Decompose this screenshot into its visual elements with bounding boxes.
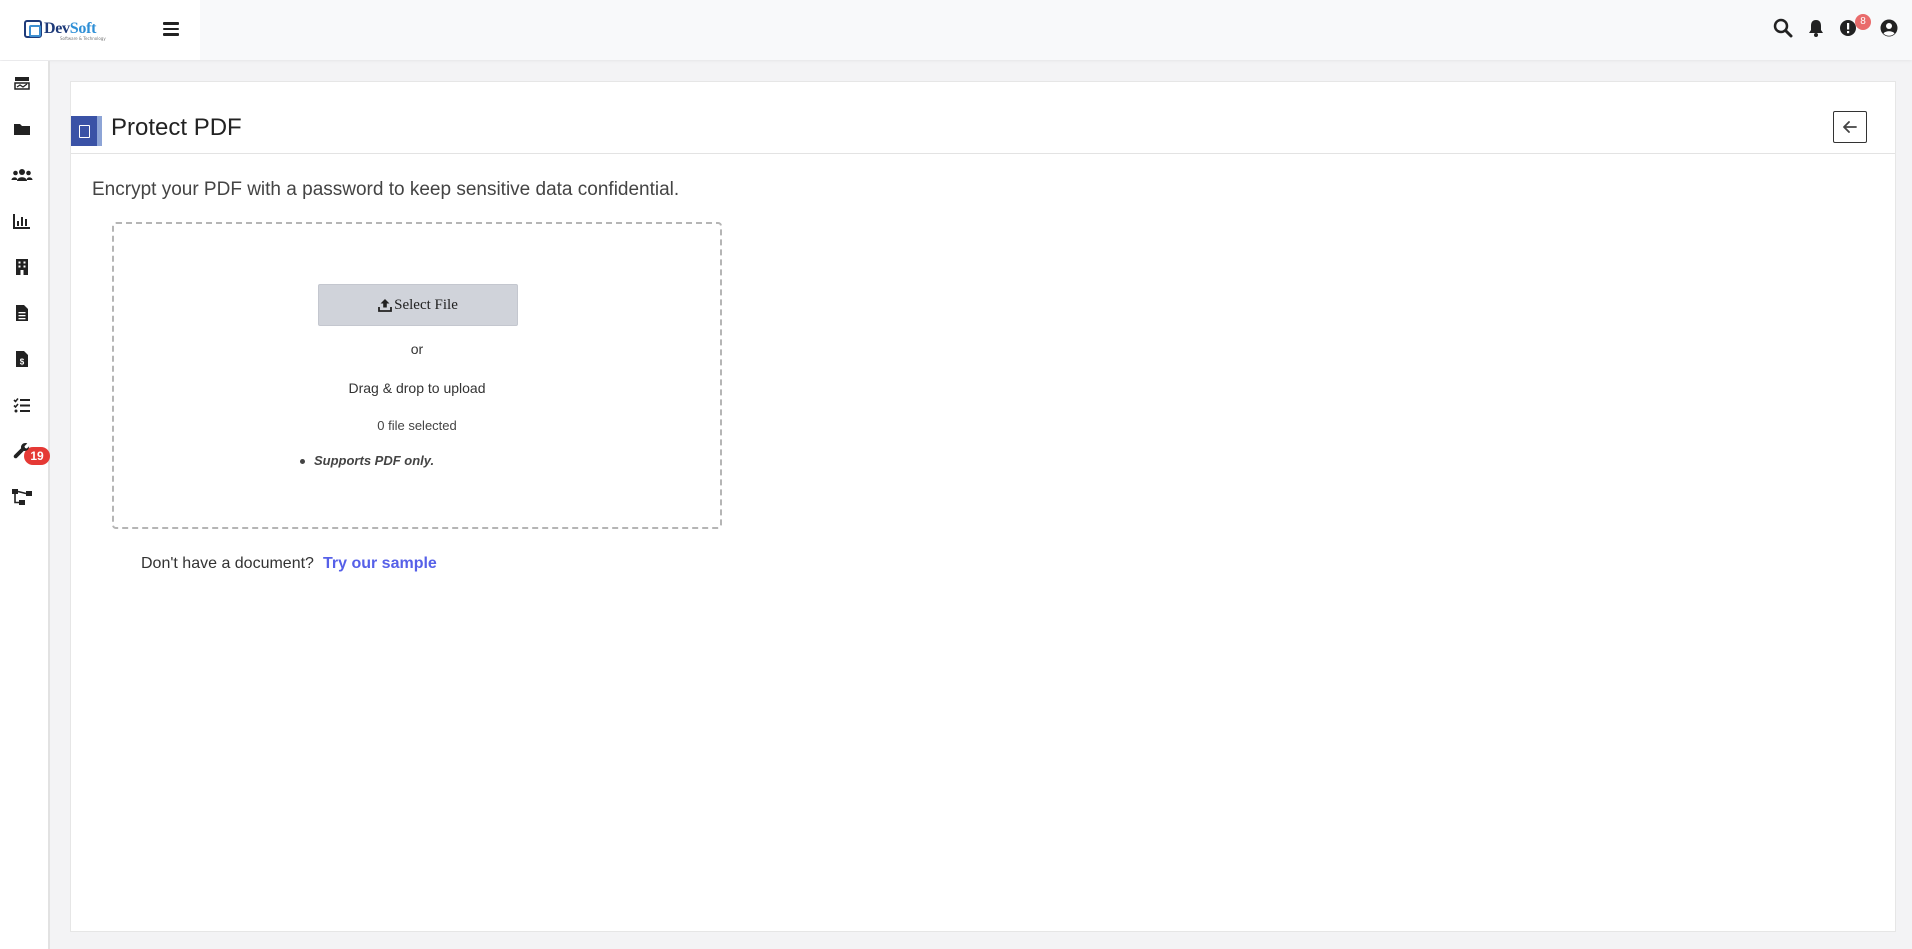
select-file-label: Select File	[394, 296, 458, 313]
sidebar-item-invoices[interactable]: $	[10, 347, 34, 371]
svg-text:$: $	[20, 358, 25, 367]
sidebar-item-workflow[interactable]	[10, 485, 34, 509]
supported-format-note: Supports PDF only.	[299, 453, 435, 468]
logo-mark-icon	[24, 20, 42, 38]
sidebar-item-buildings[interactable]	[10, 255, 34, 279]
sidebar-item-dashboard[interactable]	[10, 71, 34, 95]
sidebar-item-tasks[interactable]	[10, 393, 34, 417]
sidebar-item-users[interactable]	[10, 163, 34, 187]
users-icon	[11, 169, 33, 181]
top-header: DevSoft Software & Technology 8	[0, 0, 1912, 60]
logo-tagline: Software & Technology	[60, 36, 106, 41]
upload-icon	[378, 299, 393, 312]
notification-badge: 8	[1855, 14, 1871, 30]
invoice-icon: $	[16, 351, 28, 367]
sample-prompt: Don't have a document?	[141, 555, 314, 572]
file-dropzone[interactable]: Select File or Drag & drop to upload 0 f…	[112, 222, 722, 529]
wrench-icon	[13, 443, 30, 459]
sidebar-item-reports[interactable]	[10, 209, 34, 233]
sidebar-item-folders[interactable]	[10, 117, 34, 141]
or-separator: or	[410, 341, 424, 357]
card-header: Protect PDF	[71, 82, 1895, 154]
header-background	[200, 0, 1912, 60]
building-icon	[16, 259, 28, 275]
version-label: V1	[41, 945, 49, 949]
page-description: Encrypt your PDF with a password to keep…	[92, 179, 680, 200]
menu-toggle-button[interactable]	[163, 19, 185, 39]
bar-chart-icon	[13, 214, 30, 229]
task-list-icon	[13, 397, 30, 413]
folder-icon	[14, 124, 30, 135]
bell-icon[interactable]	[1807, 18, 1829, 40]
pdf-file-icon	[71, 116, 102, 146]
workflow-icon	[12, 489, 32, 505]
sidebar-item-documents[interactable]	[10, 301, 34, 325]
page-title: Protect PDF	[111, 114, 242, 141]
user-account-icon[interactable]	[1879, 18, 1901, 40]
dashboard-icon	[14, 77, 30, 90]
select-file-button[interactable]: Select File	[318, 284, 518, 326]
protect-pdf-card: Protect PDF Encrypt your PDF with a pass…	[70, 81, 1896, 932]
sidebar: $ 19 V1	[0, 61, 50, 949]
arrow-left-icon	[1843, 121, 1857, 133]
sidebar-item-tools[interactable]	[10, 439, 34, 463]
file-count-label: 0 file selected	[377, 418, 457, 433]
search-icon[interactable]	[1773, 18, 1795, 40]
try-sample-link[interactable]: Try our sample	[323, 555, 437, 573]
back-button[interactable]	[1833, 111, 1867, 143]
document-icon	[16, 305, 28, 321]
drag-drop-label: Drag & drop to upload	[348, 380, 486, 396]
